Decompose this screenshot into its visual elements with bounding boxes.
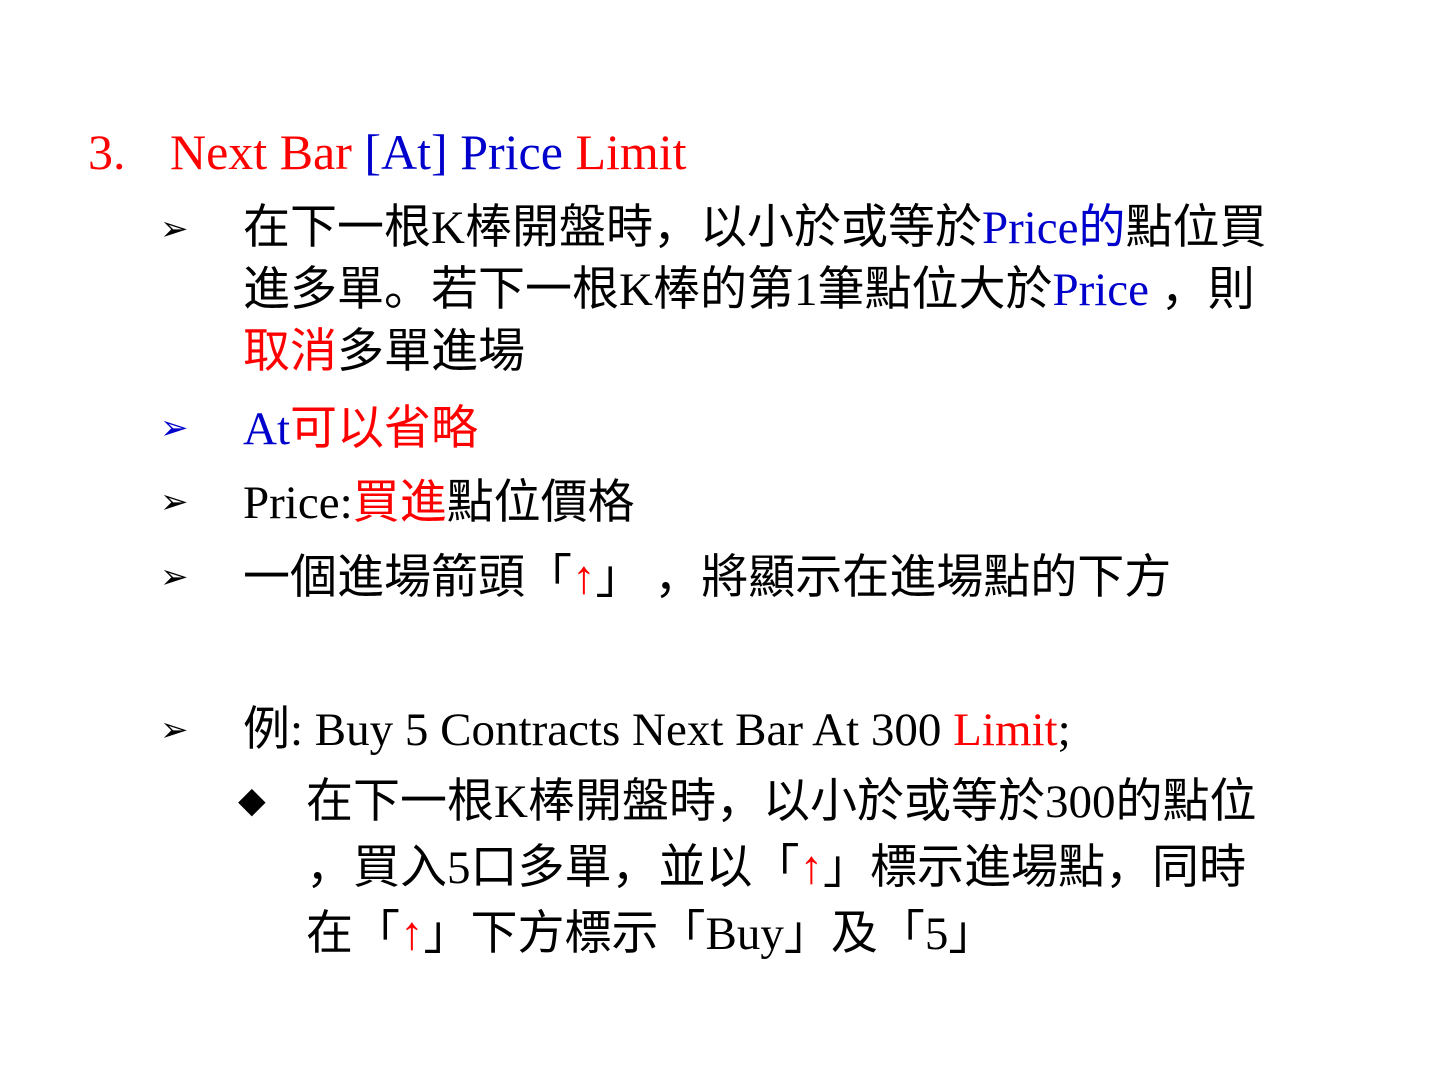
sub-bullet-line-3: 在「↑」下方標示「Buy」及「5」 [306,901,1396,967]
bullet-1-line-2-a: 進多單。若下一根K棒的第1筆點位大於 [243,264,1053,316]
bullet-1-line-2: 進多單。若下一根K棒的第1筆點位大於Price ，則 [243,259,1393,321]
bullet-5-text: 例: Buy 5 Contracts Next Bar At 300 Limit… [243,699,1393,761]
bullet-2-text: At可以省略 [243,398,1393,460]
bullet-arrow-icon: ➢ [160,710,189,750]
slide-title: 3. Next Bar [At] Price Limit [88,122,687,182]
sub-bullet-line-2-c: 」標示進場點，同時 [823,842,1246,894]
bullet-5-limit: Limit [953,704,1058,756]
bullet-1-text: 在下一根K棒開盤時，以小於或等於Price的點位買 進多單。若下一根K棒的第1筆… [243,197,1393,383]
up-arrow-icon: ↑ [572,552,596,604]
bullet-5-example: 例: Buy 5 Contracts Next Bar At 300 [243,704,954,756]
bullet-3-text: Price:買進點位價格 [243,472,1393,534]
diamond-bullet-icon: ◆ [238,780,266,821]
bullet-1-line-1-c: 點位買 [1125,202,1267,254]
bullet-3-buy: 買進 [352,477,447,529]
bullet-arrow-icon: ➢ [160,482,189,522]
bullet-3-price: Price: [243,477,353,529]
sub-bullet-line-3-c: 」下方標示「Buy」及「5」 [423,908,996,960]
sub-bullet-line-1: 在下一根K棒開盤時，以小於或等於300的點位 [306,776,1257,828]
bullet-2-omit: 可以省略 [290,403,478,455]
bullet-4-a: 一個進場箭頭「 [243,552,572,604]
sub-bullet-line-2: ，買入5口多單，並以「↑」標示進場點，同時 [306,835,1396,901]
up-arrow-icon: ↑ [799,842,824,894]
bullet-5-semicolon: ; [1057,704,1071,756]
title-number: 3. [88,124,126,180]
bullet-1-price-2: Price [1052,264,1150,316]
bullet-1-price: Price的 [981,202,1126,254]
bullet-arrow-icon: ➢ [160,408,189,448]
title-limit: Limit [562,124,687,180]
slide: 3. Next Bar [At] Price Limit ➢ 在下一根K棒開盤時，… [0,0,1440,1080]
sub-bullet-line-2-a: ，買入5口多單，並以「 [306,842,800,894]
up-arrow-icon: ↑ [400,908,424,960]
bullet-2-at: At [243,403,290,455]
bullet-1-line-1: 在下一根K棒開盤時，以小於或等於Price的點位買 [243,197,1393,259]
bullet-1-cancel: 取消 [243,326,337,378]
sub-bullet-text: 在下一根K棒開盤時，以小於或等於300的點位 ，買入5口多單，並以「↑」標示進場… [306,769,1396,967]
bullet-1-line-3-b: 多單進場 [337,326,525,378]
bullet-4-text: 一個進場箭頭「↑」 ，將顯示在進場點的下方 [243,547,1393,609]
bullet-4-c: 」 ，將顯示在進場點的下方 [595,552,1172,604]
bullet-arrow-icon: ➢ [160,557,189,597]
title-at-price: [At] Price [364,124,563,180]
title-next-bar: Next Bar [170,124,365,180]
bullet-arrow-icon: ➢ [160,209,189,249]
sub-bullet-line-3-a: 在「 [306,908,400,960]
bullet-1-line-2-c: ，則 [1149,264,1255,316]
bullet-1-line-3: 取消多單進場 [243,321,1393,383]
bullet-3-rest: 點位價格 [446,477,635,529]
bullet-1-line-1-a: 在下一根K棒開盤時，以小於或等於 [243,202,982,254]
